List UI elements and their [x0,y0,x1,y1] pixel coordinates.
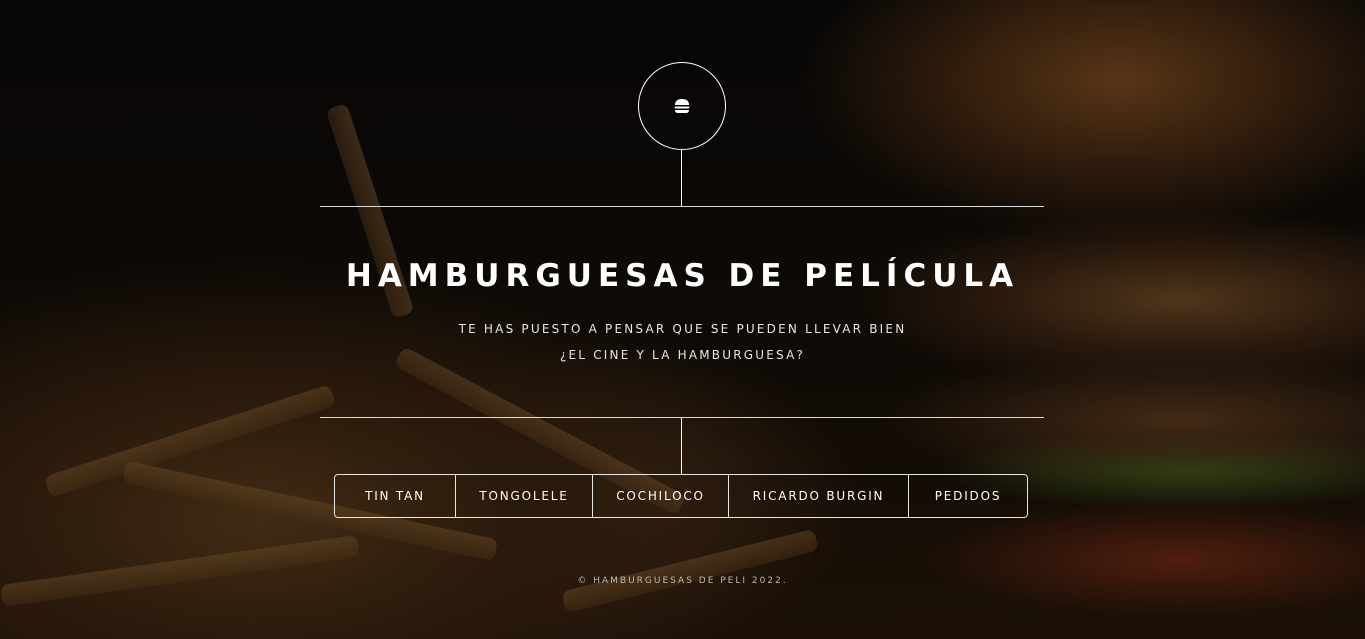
nav-item-tongolele[interactable]: TONGOLELE [456,475,593,517]
divider-top [320,206,1044,207]
nav-item-cochiloco[interactable]: COCHILOCO [593,475,729,517]
nav-item-tin-tan[interactable]: TIN TAN [335,475,456,517]
divider-bottom [320,417,1044,418]
burger-icon [674,99,690,113]
page-title: HAMBURGUESAS DE PELÍCULA [345,258,1020,294]
connector-line-bottom [681,418,682,474]
logo-circle [638,62,726,150]
hero-content: HAMBURGUESAS DE PELÍCULA TE HAS PUESTO A… [0,0,1365,639]
hero-background: HAMBURGUESAS DE PELÍCULA TE HAS PUESTO A… [0,0,1365,639]
footer-copyright: © HAMBURGUESAS DE PELI 2022. [577,576,788,586]
connector-line-top [681,149,682,206]
nav-item-pedidos[interactable]: PEDIDOS [909,475,1027,517]
nav-item-ricardo-burgin[interactable]: RICARDO BURGIN [729,475,909,517]
main-nav: TIN TAN TONGOLELE COCHILOCO RICARDO BURG… [334,474,1028,518]
subtitle-line-2: ¿EL CINE Y LA HAMBURGUESA? [559,348,806,362]
subtitle-line-1: TE HAS PUESTO A PENSAR QUE SE PUEDEN LLE… [458,322,907,336]
